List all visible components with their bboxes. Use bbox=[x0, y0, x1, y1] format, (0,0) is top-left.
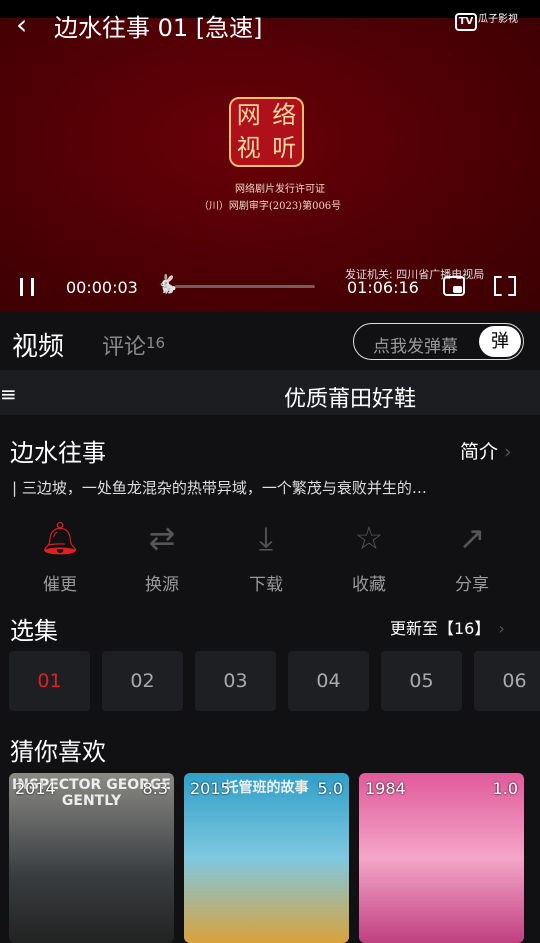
danmaku-toggle[interactable]: 弹 bbox=[479, 326, 521, 357]
action-0[interactable]: 🔔︎ 催更 bbox=[20, 518, 100, 595]
card-score: 5.0 bbox=[317, 779, 343, 798]
action-label: 下载 bbox=[249, 575, 283, 595]
episode-button[interactable]: 06 bbox=[474, 651, 540, 711]
license-title: 网络剧片发行许可证 bbox=[235, 184, 325, 195]
action-4[interactable]: ↗ 分享 bbox=[432, 518, 512, 595]
switch-source-icon: ⇄ bbox=[148, 519, 176, 557]
scroll-text-icon: ≡ bbox=[0, 382, 17, 406]
tab-comments[interactable]: 评论16 bbox=[102, 329, 165, 361]
chevron-right-icon: › bbox=[498, 619, 505, 638]
card-year: 2015 bbox=[190, 779, 231, 798]
tab-bar: 视频 评论16 点我发弹幕 弹 bbox=[0, 312, 540, 370]
intro-link[interactable]: 简介 › bbox=[460, 437, 512, 464]
show-description: | 三边坡，一处鱼龙混杂的热带异域，一个繁茂与衰败并生的… bbox=[12, 479, 427, 497]
video-title: 边水往事 01 [急速] bbox=[54, 14, 263, 42]
action-1[interactable]: ⇄ 换源 bbox=[122, 518, 202, 595]
danmaku-input[interactable]: 点我发弹幕 弹 bbox=[353, 323, 524, 360]
current-time: 00:00:03 bbox=[66, 278, 138, 297]
chevron-right-icon: › bbox=[504, 441, 512, 463]
action-2[interactable]: ⤓ 下载 bbox=[226, 518, 306, 595]
episode-button[interactable]: 04 bbox=[288, 651, 369, 711]
action-label: 催更 bbox=[43, 575, 77, 595]
action-3[interactable]: ☆ 收藏 bbox=[329, 518, 409, 595]
tab-video[interactable]: 视频 bbox=[12, 326, 64, 363]
comment-count: 16 bbox=[146, 334, 166, 352]
tv-cast-icon[interactable]: TV bbox=[455, 13, 477, 31]
duration: 01:06:16 bbox=[347, 278, 419, 297]
danmaku-placeholder: 点我发弹幕 bbox=[373, 337, 458, 357]
ad-banner[interactable]: ≡ 优质莆田好鞋 bbox=[0, 370, 540, 415]
pause-button[interactable] bbox=[20, 278, 34, 296]
card-year: 1984 bbox=[365, 779, 406, 798]
watermark: 瓜子影视 bbox=[478, 14, 518, 25]
card-score: 8.3 bbox=[142, 779, 168, 798]
seal-char: 网 bbox=[236, 101, 261, 129]
recommend-card[interactable]: 托管班的故事 2015 5.0 bbox=[184, 773, 349, 943]
show-title: 边水往事 bbox=[10, 439, 106, 467]
episodes-update[interactable]: 更新至【16】 › bbox=[390, 615, 505, 639]
share-icon: ↗ bbox=[458, 519, 486, 557]
recommend-card[interactable]: INSPECTOR GEORGE GENTLY 2014 8.3 bbox=[9, 773, 174, 943]
intro-label: 简介 bbox=[460, 441, 499, 463]
back-icon[interactable]: ‹ bbox=[16, 8, 27, 41]
bell-icon: 🔔︎ bbox=[39, 519, 81, 557]
license-seal-logo: 网络视听 bbox=[229, 97, 304, 167]
episode-button[interactable]: 01 bbox=[9, 651, 90, 711]
seal-char: 视 bbox=[236, 134, 261, 162]
fullscreen-icon[interactable] bbox=[494, 276, 516, 296]
episodes-title: 选集 bbox=[10, 617, 58, 645]
action-label: 收藏 bbox=[352, 575, 386, 595]
card-score: 1.0 bbox=[492, 779, 518, 798]
star-icon: ☆ bbox=[354, 519, 384, 557]
episode-button[interactable]: 05 bbox=[381, 651, 462, 711]
pip-icon[interactable] bbox=[443, 276, 465, 296]
episode-button[interactable]: 02 bbox=[102, 651, 183, 711]
episode-button[interactable]: 03 bbox=[195, 651, 276, 711]
tab-comments-label: 评论 bbox=[102, 335, 147, 360]
update-label: 更新至【16】 bbox=[390, 619, 491, 638]
ad-text: 优质莆田好鞋 bbox=[284, 387, 417, 412]
recommend-title: 猜你喜欢 bbox=[10, 738, 106, 766]
download-icon: ⤓ bbox=[258, 519, 274, 557]
license-number: （川）网剧审字(2023)第006号 bbox=[198, 201, 342, 212]
video-player[interactable]: ‹ 边水往事 01 [急速] TV 瓜子影视 网络视听 网络剧片发行许可证 （川… bbox=[0, 0, 540, 312]
seal-char: 络 bbox=[272, 101, 297, 129]
card-year: 2014 bbox=[15, 779, 56, 798]
progress-slider[interactable] bbox=[175, 285, 315, 288]
seal-char: 听 bbox=[272, 134, 297, 162]
action-label: 换源 bbox=[145, 575, 179, 595]
rabbit-slider-thumb-icon[interactable]: 🐇 bbox=[156, 274, 178, 295]
recommend-card[interactable]: 1984 1.0 bbox=[359, 773, 524, 943]
action-label: 分享 bbox=[455, 575, 489, 595]
